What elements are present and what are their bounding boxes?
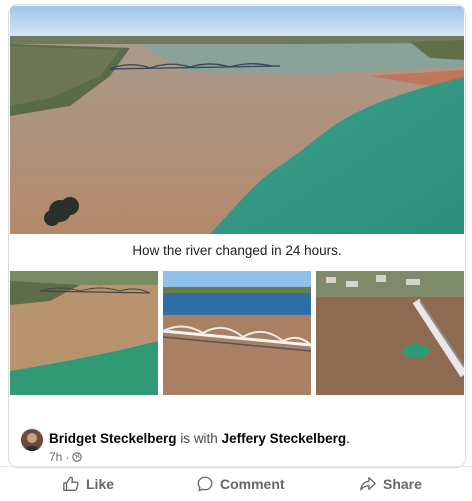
globe-icon[interactable] bbox=[72, 452, 83, 462]
dot-separator: · bbox=[65, 450, 70, 464]
river-photo-thumb-3[interactable] bbox=[316, 271, 464, 395]
post-meta: 7h · bbox=[49, 450, 83, 464]
post-actions-bar: Like Comment Share bbox=[0, 466, 472, 501]
river-photo-thumb-2[interactable] bbox=[163, 271, 311, 395]
post-time[interactable]: 7h bbox=[49, 450, 62, 464]
like-button[interactable]: Like bbox=[62, 467, 114, 501]
share-arrow-icon bbox=[360, 477, 376, 491]
river-photo-thumb-1[interactable] bbox=[10, 271, 158, 395]
thumbs-up-icon bbox=[63, 476, 79, 491]
share-label: Share bbox=[383, 476, 422, 492]
river-hero-photo[interactable] bbox=[10, 6, 464, 234]
author-line: Bridget Steckelberg is with Jeffery Stec… bbox=[49, 431, 350, 446]
like-label: Like bbox=[86, 476, 115, 492]
comment-bubble-icon bbox=[197, 476, 213, 492]
avatar-image bbox=[21, 429, 43, 451]
post-caption: How the river changed in 24 hours. bbox=[132, 243, 342, 258]
tagged-suffix: . bbox=[346, 431, 350, 446]
post-card: How the river changed in 24 hours. Bridg… bbox=[8, 4, 466, 468]
tagged-name[interactable]: Jeffery Steckelberg bbox=[222, 431, 347, 446]
avatar[interactable] bbox=[21, 429, 43, 451]
comment-button[interactable]: Comment bbox=[196, 467, 285, 501]
with-text: is with bbox=[180, 431, 218, 446]
share-button[interactable]: Share bbox=[359, 467, 422, 501]
author-name[interactable]: Bridget Steckelberg bbox=[49, 431, 177, 446]
comment-label: Comment bbox=[220, 476, 285, 492]
